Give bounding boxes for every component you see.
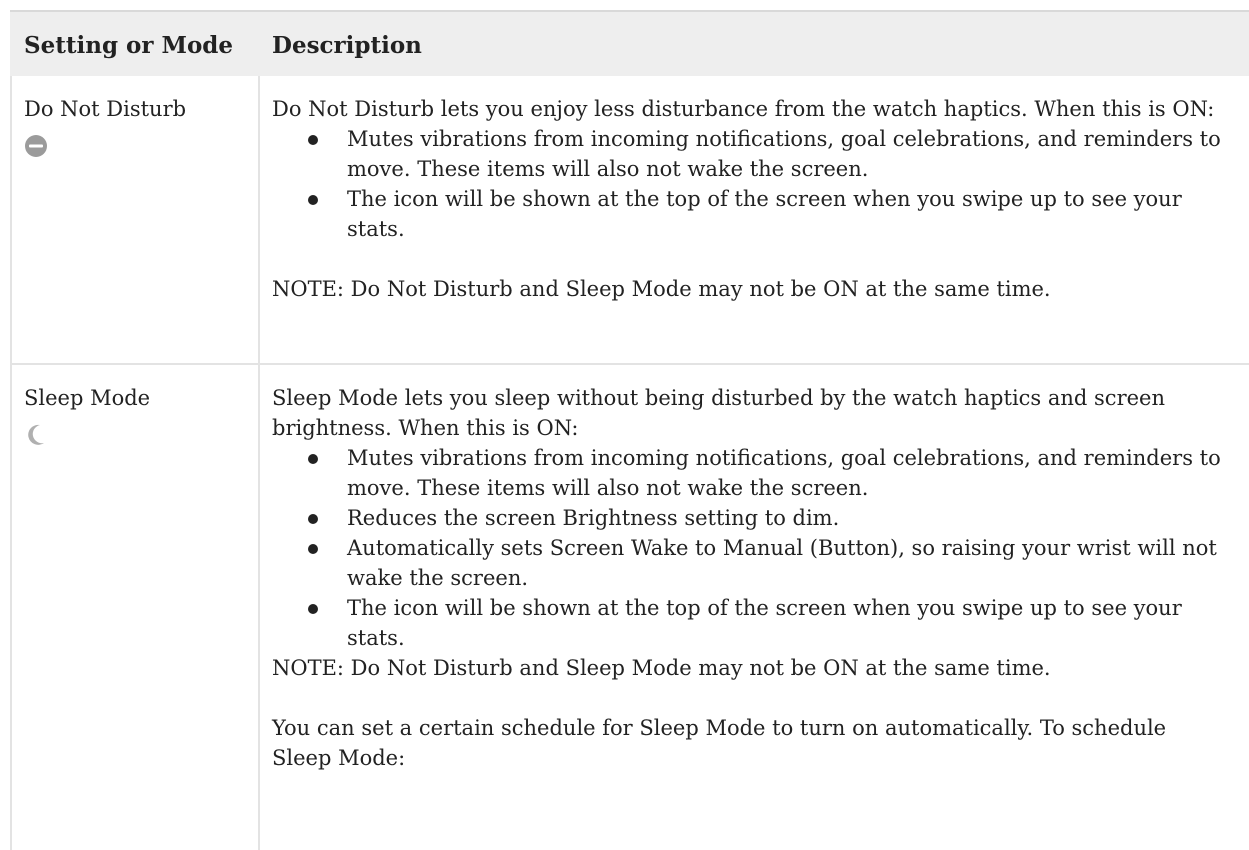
list-item: Automatically sets Screen Wake to Manual… bbox=[272, 533, 1232, 593]
list-item-text: Automatically sets Screen Wake to Manual… bbox=[347, 536, 1217, 590]
list-item-text: Reduces the screen Brightness setting to… bbox=[347, 506, 840, 530]
settings-table: Setting or Mode Description Do Not Distu… bbox=[10, 10, 1249, 850]
setting-name-cell: Do Not Disturb bbox=[24, 94, 254, 158]
table-row-sleep-mode: Sleep Mode Sleep Mode lets you sleep wit… bbox=[10, 365, 1249, 850]
header-setting-or-mode: Setting or Mode bbox=[24, 32, 234, 59]
description-note: NOTE: Do Not Disturb and Sleep Mode may … bbox=[272, 277, 1051, 301]
bullet-list: Mutes vibrations from incoming notificat… bbox=[272, 124, 1232, 244]
list-item-text: Mutes vibrations from incoming notificat… bbox=[347, 446, 1221, 500]
bullet-icon bbox=[308, 604, 318, 614]
setting-name: Sleep Mode bbox=[24, 386, 151, 410]
description-extra: You can set a certain schedule for Sleep… bbox=[272, 716, 1167, 770]
description-note: NOTE: Do Not Disturb and Sleep Mode may … bbox=[272, 656, 1051, 680]
list-item: Mutes vibrations from incoming notificat… bbox=[272, 443, 1232, 503]
bullet-icon bbox=[308, 514, 318, 524]
setting-name-cell: Sleep Mode bbox=[24, 383, 254, 447]
setting-name: Do Not Disturb bbox=[24, 97, 187, 121]
bullet-icon bbox=[308, 135, 318, 145]
list-item: The icon will be shown at the top of the… bbox=[272, 184, 1232, 244]
description-intro: Do Not Disturb lets you enjoy less distu… bbox=[272, 97, 1215, 121]
description-intro: Sleep Mode lets you sleep without being … bbox=[272, 386, 1165, 440]
bullet-icon bbox=[308, 195, 318, 205]
list-item-text: The icon will be shown at the top of the… bbox=[347, 596, 1182, 650]
list-item-text: The icon will be shown at the top of the… bbox=[347, 187, 1182, 241]
bullet-list: Mutes vibrations from incoming notificat… bbox=[272, 443, 1232, 653]
moon-icon bbox=[28, 424, 44, 445]
bullet-icon bbox=[308, 544, 318, 554]
do-not-disturb-icon bbox=[25, 135, 47, 157]
list-item: Reduces the screen Brightness setting to… bbox=[272, 503, 1232, 533]
description-cell: Sleep Mode lets you sleep without being … bbox=[272, 383, 1232, 773]
header-description: Description bbox=[272, 32, 422, 59]
description-cell: Do Not Disturb lets you enjoy less distu… bbox=[272, 94, 1232, 304]
bullet-icon bbox=[308, 454, 318, 464]
list-item: The icon will be shown at the top of the… bbox=[272, 593, 1232, 653]
table-row-do-not-disturb: Do Not Disturb Do Not Disturb lets you e… bbox=[10, 76, 1249, 364]
list-item-text: Mutes vibrations from incoming notificat… bbox=[347, 127, 1221, 181]
list-item: Mutes vibrations from incoming notificat… bbox=[272, 124, 1232, 184]
table-header-row: Setting or Mode Description bbox=[10, 10, 1249, 76]
